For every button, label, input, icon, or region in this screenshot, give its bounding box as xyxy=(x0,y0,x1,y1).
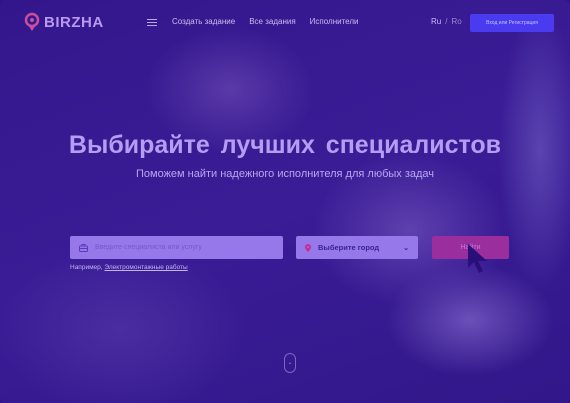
search-example: Например, Электромонтажные работы xyxy=(70,264,188,271)
lang-ro[interactable]: Ro xyxy=(451,17,461,26)
language-switcher: Ru / Ro xyxy=(431,17,462,26)
main-nav: Создать задание Все задания Исполнители xyxy=(172,17,358,26)
lang-ru[interactable]: Ru xyxy=(431,17,441,26)
city-select[interactable]: Выберите город ⌄ xyxy=(296,236,418,259)
example-link[interactable]: Электромонтажные работы xyxy=(104,264,187,271)
nav-create-task[interactable]: Создать задание xyxy=(172,17,235,26)
page: BIRZHA Создать задание Все задания Испол… xyxy=(0,0,570,403)
logo[interactable]: BIRZHA xyxy=(24,12,104,32)
location-pin-icon xyxy=(305,243,311,252)
scroll-down-icon[interactable]: ⌄ xyxy=(284,353,296,373)
hero-title: Выбирайте лучших специалистов xyxy=(68,131,502,159)
header: BIRZHA Создать задание Все задания Испол… xyxy=(0,0,570,45)
city-select-label: Выберите город xyxy=(318,243,380,252)
search-input[interactable] xyxy=(95,244,265,251)
hero-subtitle: Поможем найти надежного исполнителя для … xyxy=(135,168,435,180)
menu-icon[interactable] xyxy=(147,19,157,26)
example-prefix: Например, xyxy=(70,264,103,271)
login-button[interactable]: Вход или Регистрация xyxy=(470,14,554,32)
mouse-cursor-icon xyxy=(468,244,487,273)
briefcase-icon xyxy=(79,243,88,252)
nav-all-tasks[interactable]: Все задания xyxy=(249,17,295,26)
location-pin-logo-icon xyxy=(24,12,40,31)
logo-text: BIRZHA xyxy=(44,13,104,31)
nav-performers[interactable]: Исполнители xyxy=(310,17,359,26)
chevron-down-icon: ⌄ xyxy=(403,244,409,252)
lang-separator: / xyxy=(445,17,448,26)
search-field[interactable] xyxy=(70,236,283,259)
